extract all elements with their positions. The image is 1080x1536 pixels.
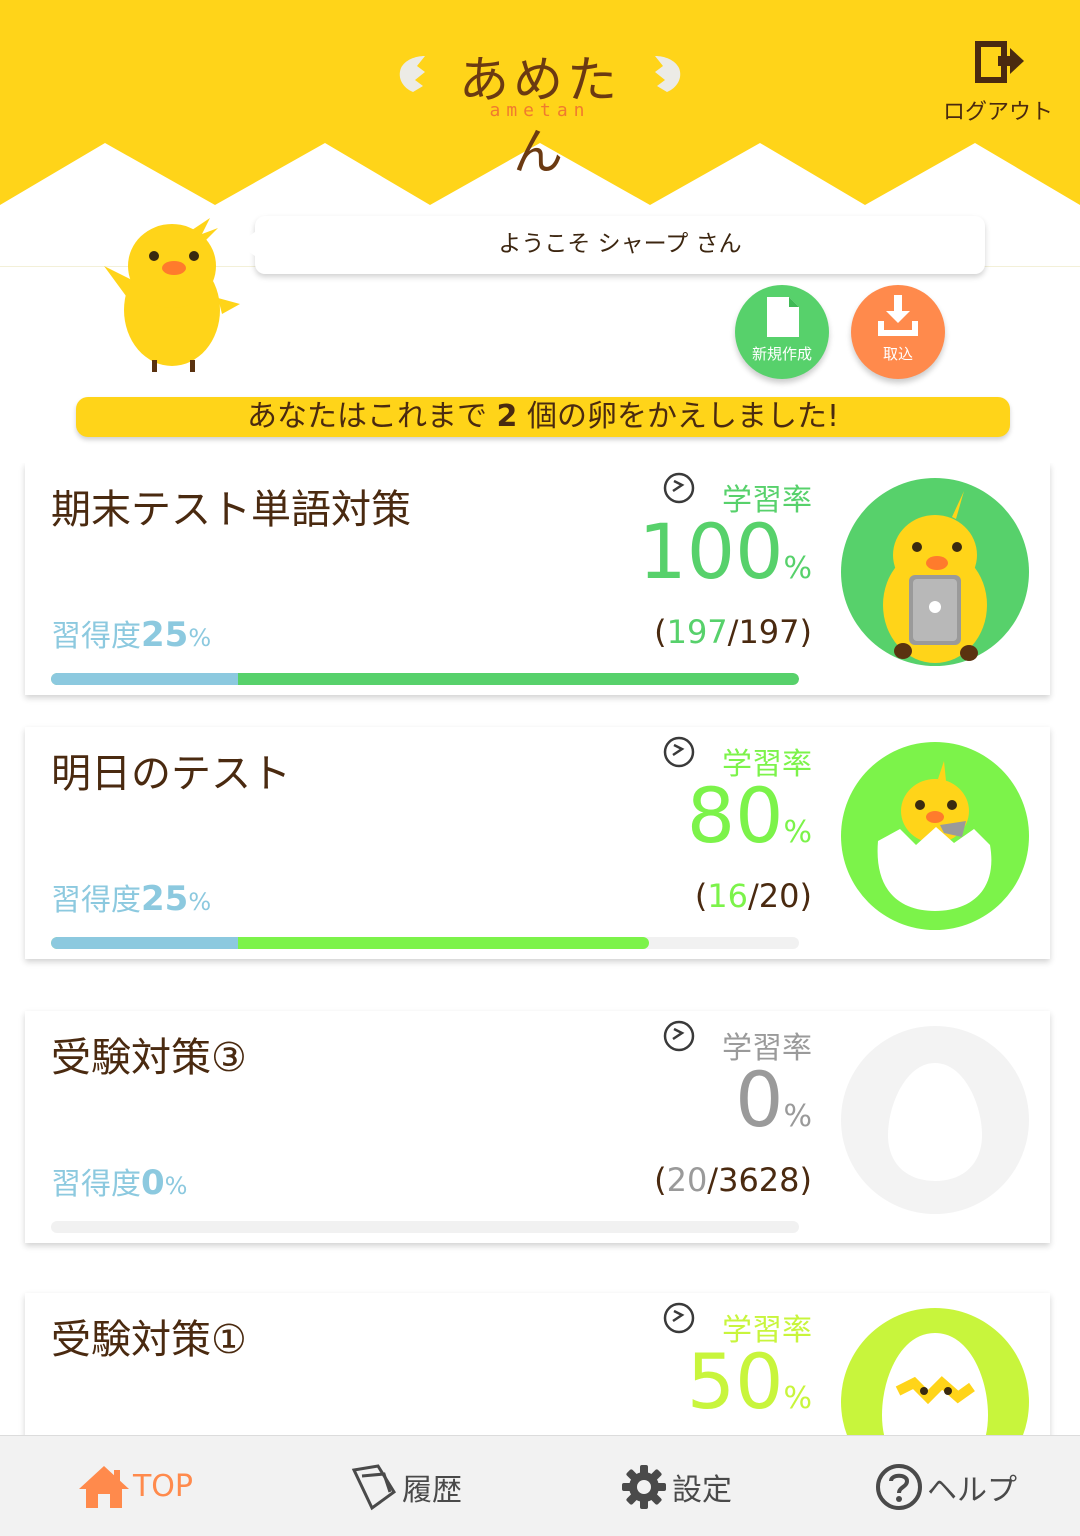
learning-rate-number: 80 bbox=[686, 771, 784, 860]
total-count: 20 bbox=[758, 877, 800, 915]
tab-history[interactable]: 履歴 bbox=[270, 1436, 540, 1536]
done-count: 16 bbox=[707, 877, 749, 915]
gear-icon bbox=[622, 1464, 666, 1509]
mascot-chick-icon bbox=[104, 218, 240, 372]
mastery: 習得度25% bbox=[51, 875, 211, 919]
new-document-icon bbox=[767, 297, 799, 337]
logout-label: ログアウト bbox=[942, 100, 1053, 125]
tab-help[interactable]: ヘルプ bbox=[810, 1436, 1080, 1536]
history-icon bbox=[351, 1463, 397, 1510]
total-count: 197 bbox=[738, 613, 800, 651]
clock-icon bbox=[663, 472, 695, 504]
wordbook-title: 期末テスト単語対策 bbox=[51, 487, 411, 533]
logout-icon bbox=[975, 41, 1024, 83]
tab-label: 設定 bbox=[672, 1472, 732, 1508]
clock-icon bbox=[663, 736, 695, 768]
cracking-egg-icon bbox=[841, 1308, 1029, 1435]
progress-bar bbox=[51, 1221, 799, 1233]
download-icon bbox=[878, 295, 918, 336]
grown-chick-with-tablet-icon bbox=[841, 478, 1029, 666]
mastery: 習得度0% bbox=[51, 1159, 187, 1203]
learning-rate-unit: % bbox=[783, 815, 812, 850]
mastery-unit: % bbox=[188, 624, 212, 652]
tab-label: ヘルプ bbox=[927, 1472, 1017, 1508]
tab-settings[interactable]: 設定 bbox=[540, 1436, 810, 1536]
learning-rate-value: 80% bbox=[687, 771, 812, 860]
eggs-suffix: 個の卵をかえしました! bbox=[517, 399, 839, 434]
new-button-label: 新規作成 bbox=[751, 345, 812, 363]
learning-rate-number: 100 bbox=[638, 507, 784, 596]
learning-rate-unit: % bbox=[783, 1099, 812, 1134]
wordbook-card[interactable]: 受験対策① 学習率 50% bbox=[25, 1293, 1050, 1435]
app-header: あめたん ametan ログアウト bbox=[0, 0, 1080, 210]
learning-rate-value: 50% bbox=[687, 1337, 812, 1426]
learning-rate-unit: % bbox=[783, 1381, 812, 1416]
progress-bar bbox=[51, 937, 799, 949]
progress-bar bbox=[51, 673, 799, 685]
word-count: (16/20) bbox=[694, 877, 812, 915]
eggs-prefix: あなたはこれまで bbox=[247, 399, 497, 434]
chick-hatching-icon bbox=[841, 742, 1029, 930]
mastery-value: 25 bbox=[141, 615, 189, 655]
wordbook-card[interactable]: 明日のテスト 学習率 80% 習得度25% (16/20) bbox=[25, 727, 1050, 959]
learning-rate-number: 50 bbox=[686, 1337, 784, 1426]
wordbook-card[interactable]: 受験対策③ 学習率 0% 習得度0% (20/3628) bbox=[25, 1011, 1050, 1243]
wordbook-title: 受験対策③ bbox=[51, 1035, 247, 1081]
mastery-value: 25 bbox=[141, 879, 189, 919]
wordbook-list[interactable]: 期末テスト単語対策 学習率 100% 習得度25% (197/197) 明日のテ… bbox=[0, 463, 1080, 1435]
tab-label: TOP bbox=[132, 1469, 194, 1504]
word-count: (197/197) bbox=[654, 613, 812, 651]
eggs-count: 2 bbox=[496, 399, 518, 434]
egg-shell-left-icon bbox=[399, 56, 425, 92]
bottom-tab-bar: TOP 履歴 設定 ヘルプ bbox=[0, 1435, 1080, 1536]
learning-rate-value: 100% bbox=[638, 507, 812, 596]
import-button[interactable]: 取込 bbox=[851, 285, 945, 379]
new-wordbook-button[interactable]: 新規作成 bbox=[735, 285, 829, 379]
learning-rate-unit: % bbox=[783, 551, 812, 586]
logout-button[interactable]: ログアウト bbox=[940, 40, 1056, 130]
mastery: 習得度25% bbox=[51, 611, 211, 655]
help-icon bbox=[876, 1463, 922, 1510]
hatched-eggs-banner: あなたはこれまで 2 個の卵をかえしました! bbox=[76, 397, 1010, 437]
learning-rate-value: 0% bbox=[735, 1055, 812, 1144]
logo-subtitle: ametan bbox=[489, 100, 591, 121]
clock-icon bbox=[663, 1020, 695, 1052]
tab-top[interactable]: TOP bbox=[0, 1436, 270, 1536]
mastery-label: 習得度 bbox=[51, 619, 141, 654]
tab-label: 履歴 bbox=[402, 1472, 462, 1508]
mastery-value: 0 bbox=[141, 1163, 165, 1203]
egg-icon bbox=[841, 1026, 1029, 1214]
wordbook-card[interactable]: 期末テスト単語対策 学習率 100% 習得度25% (197/197) bbox=[25, 463, 1050, 695]
egg-shell-right-icon bbox=[655, 56, 681, 92]
wordbook-title: 明日のテスト bbox=[51, 751, 291, 797]
mastery-fill bbox=[51, 937, 238, 949]
clock-icon bbox=[663, 1302, 695, 1334]
import-button-label: 取込 bbox=[882, 345, 913, 363]
total-count: 3628 bbox=[718, 1161, 800, 1199]
word-count: (20/3628) bbox=[654, 1161, 812, 1199]
mastery-unit: % bbox=[164, 1172, 188, 1200]
mastery-fill bbox=[51, 673, 238, 685]
mastery-unit: % bbox=[188, 888, 212, 916]
learning-rate-number: 0 bbox=[735, 1055, 784, 1144]
wordbook-title: 受験対策① bbox=[51, 1317, 247, 1363]
mastery-label: 習得度 bbox=[51, 883, 141, 918]
done-count: 20 bbox=[666, 1161, 708, 1199]
mastery-label: 習得度 bbox=[51, 1167, 141, 1202]
welcome-message: ようこそ シャープ さん bbox=[237, 216, 985, 274]
done-count: 197 bbox=[666, 613, 728, 651]
home-icon bbox=[78, 1465, 129, 1508]
app-logo: あめたん ametan bbox=[395, 40, 685, 181]
